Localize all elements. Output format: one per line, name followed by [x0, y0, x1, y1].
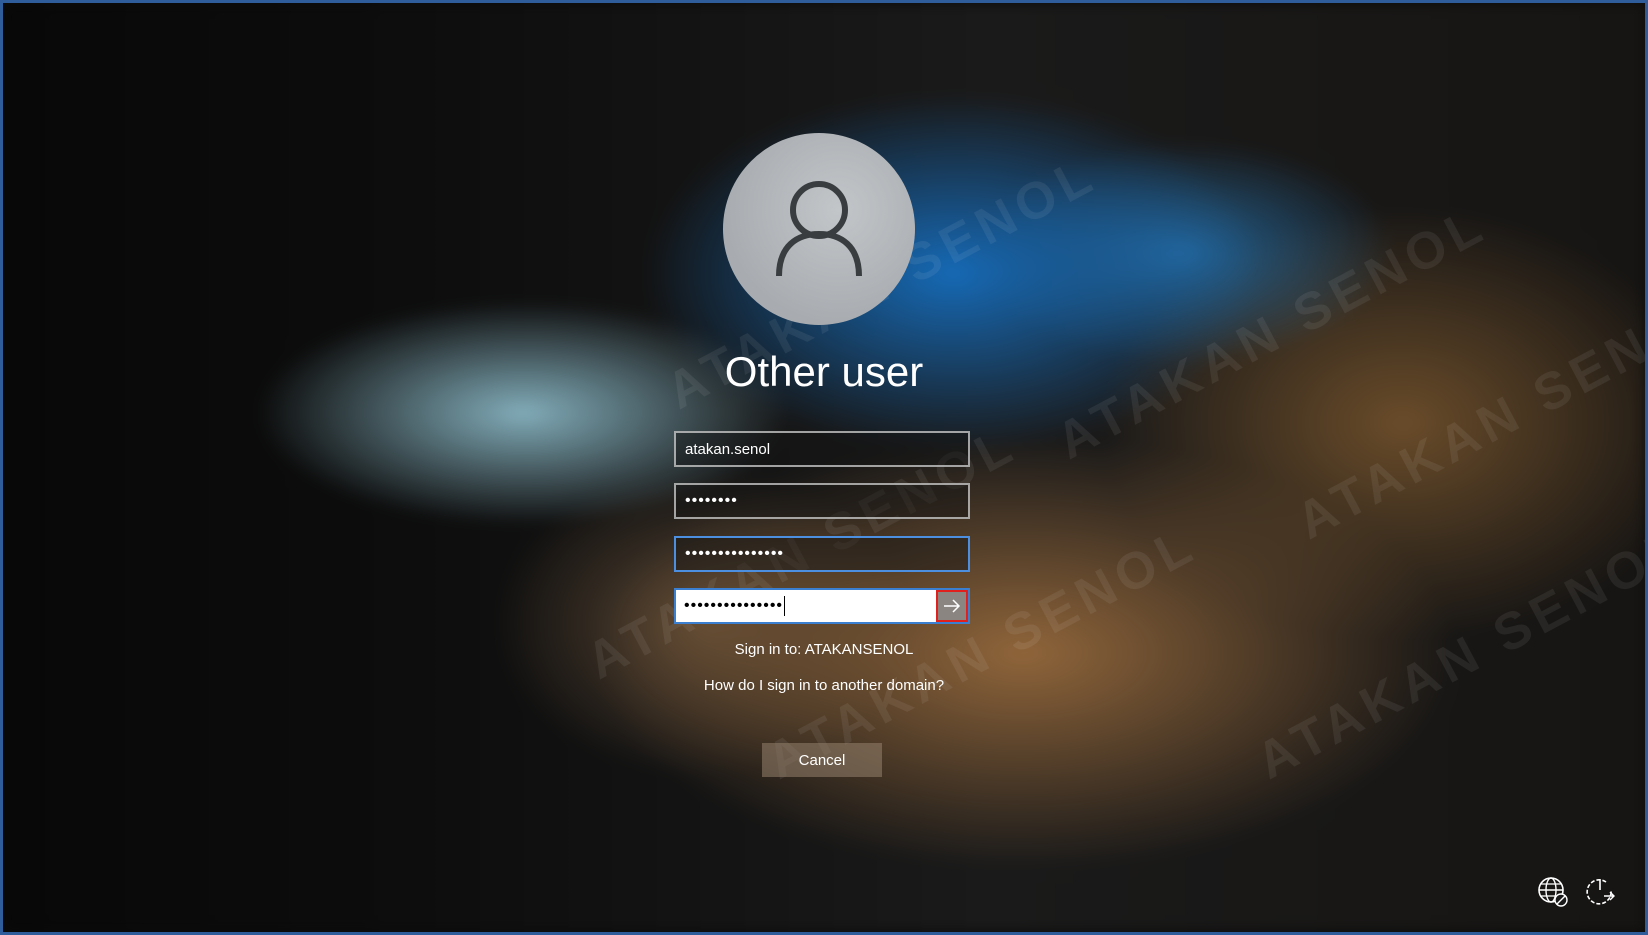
power-restart-icon [1586, 879, 1615, 905]
confirm-password-row: ••••••••••••••• [674, 588, 970, 624]
submit-button[interactable] [936, 590, 968, 622]
new-password-field[interactable]: ••••••••••••••• [674, 536, 970, 572]
username-value: atakan.senol [685, 440, 771, 458]
lock-screen: ATAKAN SENOL ATAKAN SENOL ATAKAN SENOL A… [0, 0, 1648, 935]
sign-in-target: Sign in to: ATAKANSENOL [734, 641, 914, 658]
text-caret [784, 596, 786, 616]
confirm-password-field[interactable]: ••••••••••••••• [676, 590, 936, 622]
network-button[interactable] [1536, 875, 1570, 909]
current-password-field[interactable]: •••••••• [674, 483, 970, 519]
new-password-value: ••••••••••••••• [685, 545, 785, 562]
page-title: Other user [724, 348, 924, 395]
username-field[interactable]: atakan.senol [674, 431, 970, 467]
network-globe-icon [1538, 877, 1568, 907]
other-domain-link[interactable]: How do I sign in to another domain? [3, 677, 1645, 694]
confirm-password-value: ••••••••••••••• [684, 597, 784, 614]
user-avatar [723, 133, 915, 325]
cancel-button[interactable]: Cancel [762, 743, 882, 777]
power-button[interactable] [1583, 875, 1617, 909]
current-password-value: •••••••• [685, 492, 738, 509]
arrow-right-icon [944, 599, 961, 613]
user-icon [776, 181, 862, 277]
